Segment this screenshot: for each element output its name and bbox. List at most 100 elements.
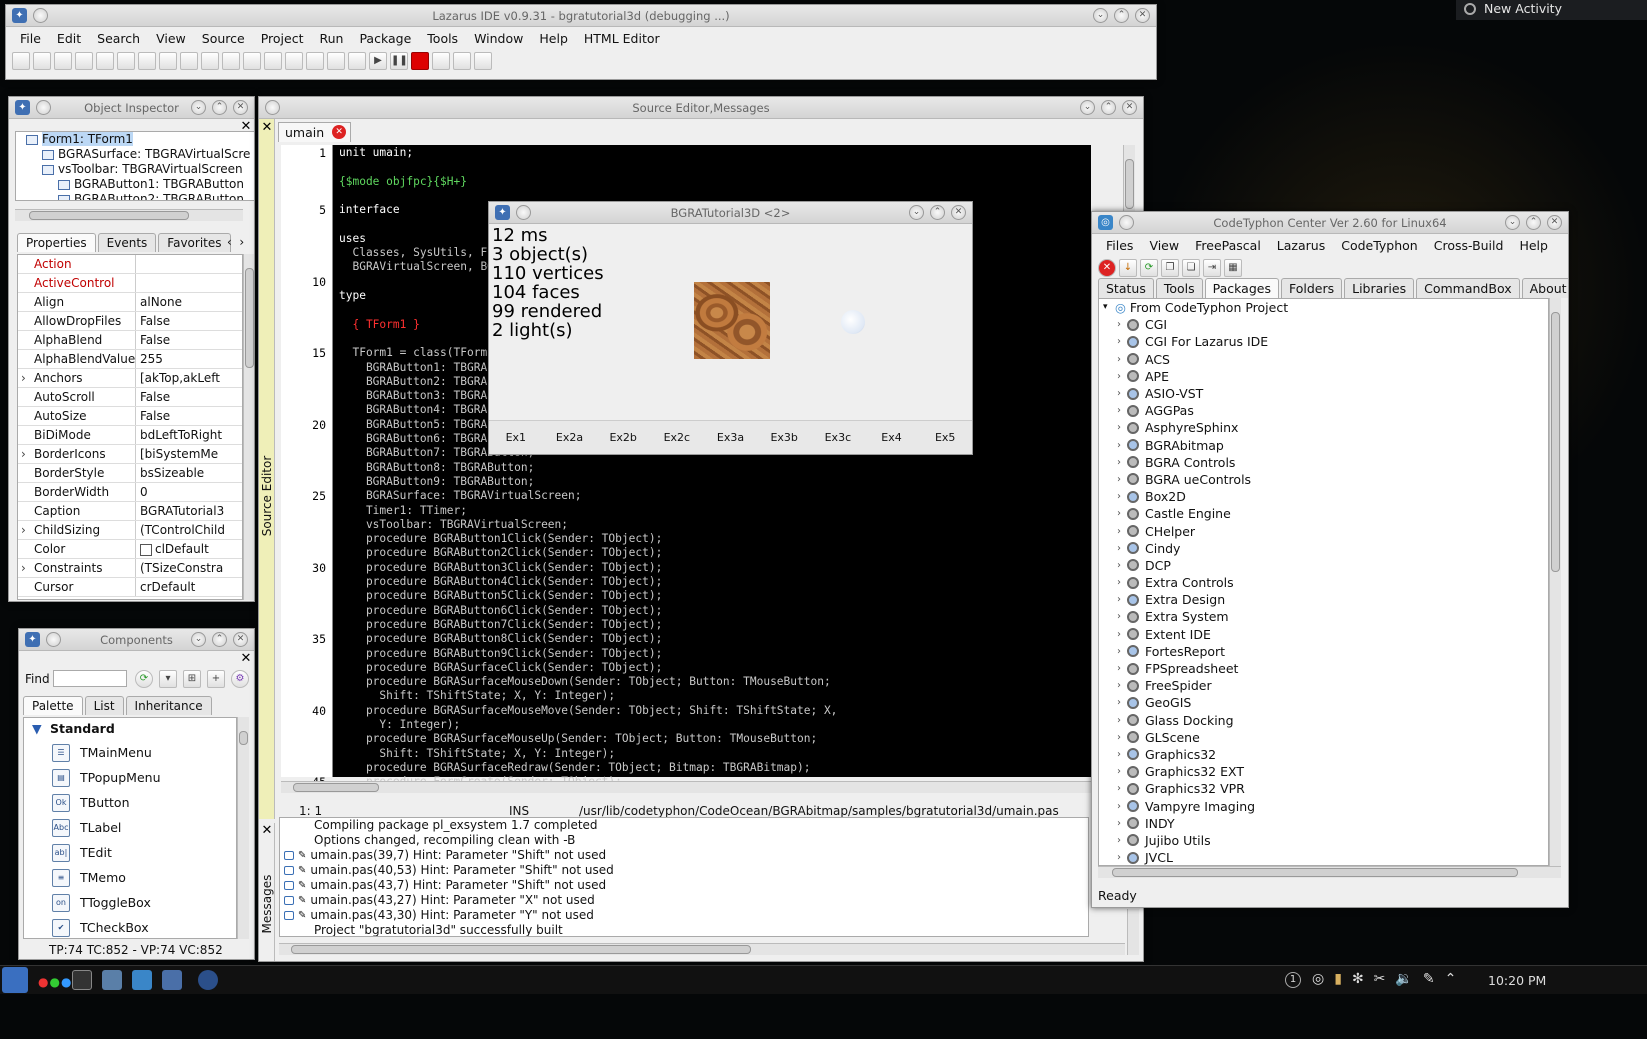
property-row[interactable]: Action xyxy=(18,255,242,274)
new-file-icon[interactable] xyxy=(12,52,30,70)
bgra-pin-button[interactable] xyxy=(516,205,531,220)
expand-icon[interactable]: › xyxy=(1117,454,1127,471)
ct-menu-help[interactable]: Help xyxy=(1511,238,1556,253)
codetyphon-tray-icon[interactable]: ◎ xyxy=(1312,971,1324,987)
se-pin-button[interactable] xyxy=(265,100,280,115)
property-value[interactable] xyxy=(136,255,242,273)
expand-icon[interactable]: › xyxy=(1117,574,1127,591)
package-tree-root[interactable]: ▾ ◎ From CodeTyphon Project xyxy=(1103,299,1548,316)
prop-vscroll[interactable] xyxy=(243,254,254,600)
ct-menu-lazarus[interactable]: Lazarus xyxy=(1269,238,1333,253)
package-node[interactable]: › Extra System xyxy=(1103,608,1548,625)
messages-hscroll[interactable] xyxy=(279,943,1125,955)
package-node[interactable]: › FortesReport xyxy=(1103,643,1548,660)
clipboard-tray-icon[interactable]: ▮ xyxy=(1334,971,1342,987)
tree-node[interactable]: Form1: TForm1 xyxy=(16,132,254,147)
menu-window[interactable]: Window xyxy=(466,31,531,46)
close-icon[interactable] xyxy=(159,52,177,70)
property-value[interactable]: 0 xyxy=(136,483,242,501)
expand-icon[interactable]: › xyxy=(1117,351,1127,368)
package-node[interactable]: › Castle Engine xyxy=(1103,505,1548,522)
property-value[interactable]: BGRATutorial3 xyxy=(136,502,242,520)
component-item[interactable]: ✔ TCheckBox xyxy=(24,915,236,938)
example-button-ex3c[interactable]: Ex3c xyxy=(811,421,865,454)
download-icon[interactable]: ↓ xyxy=(1119,259,1137,277)
ct-menu-codetyphon[interactable]: CodeTyphon xyxy=(1333,238,1426,253)
property-row[interactable]: AllowDropFiles False xyxy=(18,312,242,331)
file-manager-icon[interactable] xyxy=(102,970,122,990)
ct-pin-button[interactable] xyxy=(1119,215,1134,230)
ct-vscroll[interactable] xyxy=(1549,298,1561,866)
property-row[interactable]: › Constraints (TSizeConstra xyxy=(18,559,242,578)
package-node[interactable]: › BGRAbitmap xyxy=(1103,437,1548,454)
property-row[interactable]: › Anchors [akTop,akLeft xyxy=(18,369,242,388)
property-value[interactable]: False xyxy=(136,407,242,425)
menu-file[interactable]: File xyxy=(12,31,49,46)
property-value[interactable]: False xyxy=(136,388,242,406)
property-row[interactable]: AlphaBlend False xyxy=(18,331,242,350)
menu-html-editor[interactable]: HTML Editor xyxy=(576,31,668,46)
package-node[interactable]: › JVCL xyxy=(1103,849,1548,865)
expand-icon[interactable]: › xyxy=(1117,540,1127,557)
property-value[interactable]: [akTop,akLeft xyxy=(136,369,242,387)
property-row[interactable]: ActiveControl xyxy=(18,274,242,293)
expand-icon[interactable]: › xyxy=(1117,780,1127,797)
package-node[interactable]: › BGRA ueControls xyxy=(1103,471,1548,488)
property-row[interactable]: BiDiMode bdLeftToRight xyxy=(18,426,242,445)
property-value[interactable] xyxy=(136,274,242,292)
tree-expand-icon[interactable]: ⊞ xyxy=(183,670,201,688)
example-button-ex3b[interactable]: Ex3b xyxy=(757,421,811,454)
terminal-icon[interactable] xyxy=(72,970,92,990)
package-node[interactable]: › Graphics32 EXT xyxy=(1103,763,1548,780)
tab-properties[interactable]: Properties xyxy=(17,233,96,252)
new-form-icon[interactable] xyxy=(33,52,51,70)
property-row[interactable]: › ChildSizing (TControlChild xyxy=(18,521,242,540)
package-node[interactable]: › AsphyreSphinx xyxy=(1103,419,1548,436)
package-node[interactable]: › Graphics32 xyxy=(1103,746,1548,763)
example-button-ex2a[interactable]: Ex2a xyxy=(543,421,597,454)
expand-icon[interactable]: › xyxy=(1117,677,1127,694)
property-value[interactable]: (TControlChild xyxy=(136,521,242,539)
property-value[interactable]: False xyxy=(136,331,242,349)
tab-events[interactable]: Events xyxy=(97,233,157,252)
add-component-icon[interactable]: + xyxy=(207,670,225,688)
package-node[interactable]: › Cindy xyxy=(1103,540,1548,557)
property-value[interactable]: (TSizeConstra xyxy=(136,559,242,577)
ct-tab-folders[interactable]: Folders xyxy=(1280,278,1343,298)
example-button-ex1[interactable]: Ex1 xyxy=(489,421,543,454)
expand-icon[interactable]: › xyxy=(1117,557,1127,574)
comp-tab-inheritance[interactable]: Inheritance xyxy=(125,696,212,715)
compile-icon[interactable] xyxy=(348,52,366,70)
menu-source[interactable]: Source xyxy=(194,31,253,46)
ct-menu-files[interactable]: Files xyxy=(1098,238,1141,253)
open-recent-icon[interactable] xyxy=(96,52,114,70)
ct-app-icon[interactable]: ◎ xyxy=(1098,215,1113,230)
ct-tab-tools[interactable]: Tools xyxy=(1155,278,1203,298)
refresh-icon[interactable]: ⟳ xyxy=(1140,259,1158,277)
property-value[interactable]: bsSizeable xyxy=(136,464,242,482)
activity-dots-icon[interactable]: ●●● xyxy=(38,975,72,989)
expand-icon[interactable]: › xyxy=(21,559,26,577)
property-value[interactable]: crDefault xyxy=(136,578,242,596)
message-line[interactable]: ✎ umain.pas(40,53) Hint: Parameter "Shift… xyxy=(284,863,1088,878)
maximize-button[interactable]: ⌃ xyxy=(1114,8,1129,23)
copy-icon[interactable]: ❐ xyxy=(1161,259,1179,277)
message-line[interactable]: ✎ umain.pas(43,30) Hint: Parameter "Y" no… xyxy=(284,908,1088,923)
se-close-button[interactable]: ✕ xyxy=(1122,100,1137,115)
oi-maximize-button[interactable]: ⌃ xyxy=(212,100,227,115)
se-maximize-button[interactable]: ⌃ xyxy=(1101,100,1116,115)
example-button-ex4[interactable]: Ex4 xyxy=(865,421,919,454)
bgra-app-icon[interactable]: ✦ xyxy=(495,205,510,220)
messages-vscroll[interactable] xyxy=(1127,909,1139,955)
bgra-maximize-button[interactable]: ⌃ xyxy=(930,205,945,220)
lazarus-app-icon[interactable]: ✦ xyxy=(12,8,27,23)
message-line[interactable]: ✎ umain.pas(39,7) Hint: Parameter "Shift"… xyxy=(284,848,1088,863)
ct-close-button[interactable]: ✕ xyxy=(1547,215,1562,230)
scissors-tray-icon[interactable]: ✂ xyxy=(1374,971,1386,987)
expand-icon[interactable]: › xyxy=(1117,368,1127,385)
expand-icon[interactable]: › xyxy=(21,521,26,539)
comp-panel-close-icon[interactable]: ✕ xyxy=(239,652,253,666)
component-item[interactable]: Ok TButton xyxy=(24,790,236,815)
ct-tab-packages[interactable]: Packages xyxy=(1204,278,1279,298)
remove-from-project-icon[interactable] xyxy=(306,52,324,70)
